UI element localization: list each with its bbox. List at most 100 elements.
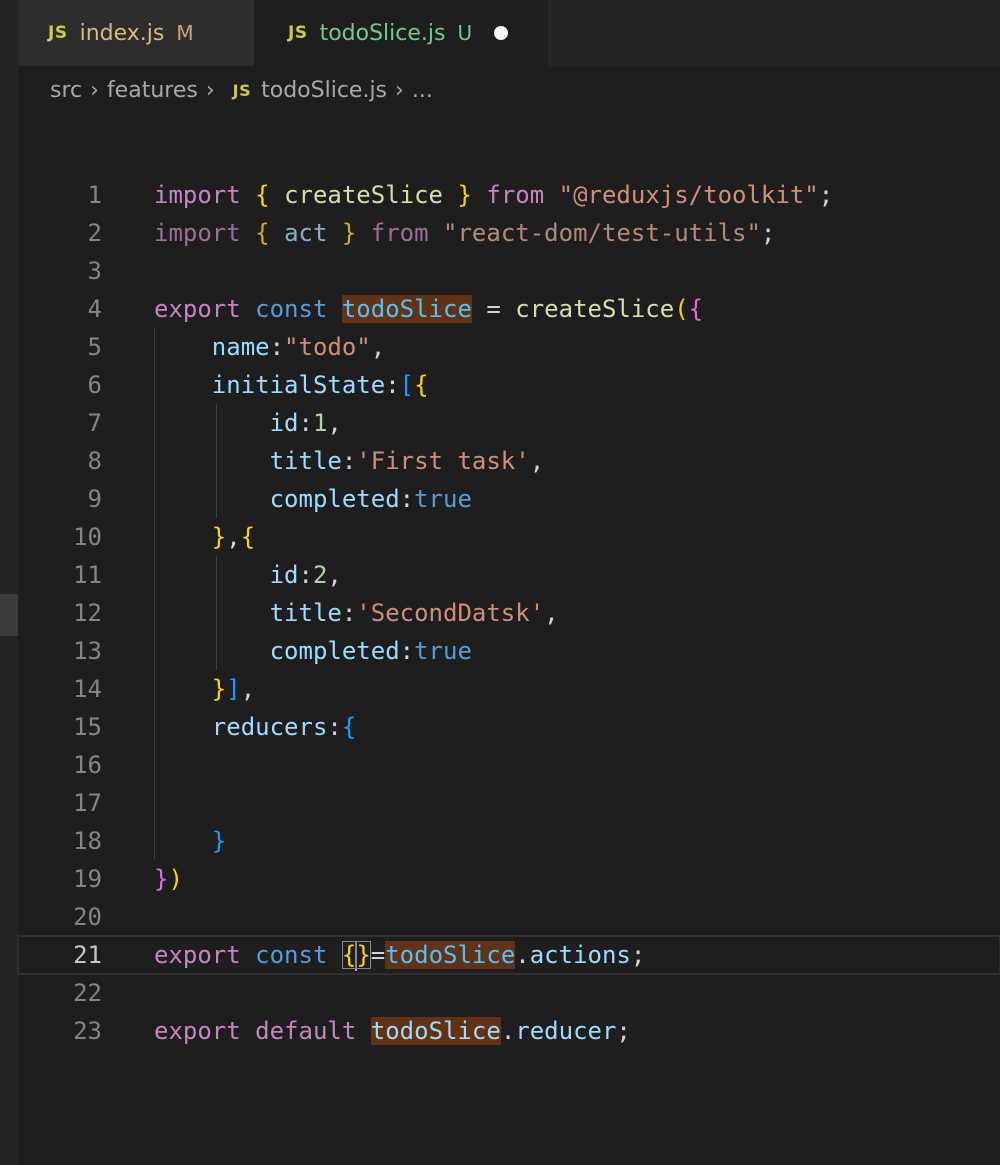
tab-bar: JS index.js M JS todoSlice.js U xyxy=(18,0,1000,66)
identifier: name xyxy=(211,333,270,361)
chevron-right-icon: › xyxy=(90,77,99,103)
highlighted-identifier: todoSlice xyxy=(370,1017,501,1045)
code-line[interactable]: 15 reducers:{ xyxy=(18,708,1000,746)
code-token: "todo" xyxy=(284,333,371,361)
line-number: 5 xyxy=(87,333,102,361)
breadcrumb-more[interactable]: ... xyxy=(412,78,433,103)
code-line[interactable]: 6 initialState:[{ xyxy=(18,366,1000,404)
line-number: 4 xyxy=(87,295,102,323)
identifier: act xyxy=(284,219,328,247)
line-number: 22 xyxy=(73,979,102,1007)
code-editor[interactable]: 1 import { createSlice } from "@reduxjs/t… xyxy=(17,176,1000,1050)
code-line[interactable]: 21 export const {}=todoSlice.actions; xyxy=(17,935,1000,975)
line-number: 19 xyxy=(73,865,102,893)
identifier: completed xyxy=(269,485,400,513)
code-text: completed:true xyxy=(154,632,472,670)
code-token: 1 xyxy=(312,409,328,437)
code-line[interactable]: 23 export default todoSlice.reducer; xyxy=(18,1012,1000,1050)
code-line[interactable]: 17 xyxy=(18,784,1000,822)
code-line[interactable]: 5 name:"todo", xyxy=(18,328,1000,366)
tab-index-js[interactable]: JS index.js M xyxy=(18,0,254,66)
code-line[interactable]: 18 } xyxy=(18,822,1000,860)
code-line[interactable]: 3 xyxy=(18,252,1000,290)
punctuation: : xyxy=(385,371,400,399)
code-line[interactable]: 7 id:1, xyxy=(18,404,1000,442)
punctuation: . xyxy=(515,941,530,969)
punctuation: . xyxy=(500,1017,516,1045)
line-number: 3 xyxy=(87,257,102,285)
code-token: "react-dom/test-utils" xyxy=(443,219,761,247)
keyword: default xyxy=(255,1017,357,1045)
code-line[interactable]: 8 title:'First task', xyxy=(18,442,1000,480)
code-text: id:2, xyxy=(154,556,342,594)
punctuation: : xyxy=(341,447,357,475)
line-number: 6 xyxy=(87,371,102,399)
punctuation: , xyxy=(327,409,342,437)
identifier: completed xyxy=(269,637,400,665)
line-number: 9 xyxy=(87,485,102,513)
code-line[interactable]: 22 xyxy=(18,974,1000,1012)
identifier: id xyxy=(269,561,299,589)
bracket: { xyxy=(688,295,704,323)
code-line[interactable]: 1 import { createSlice } from "@reduxjs/t… xyxy=(18,176,1000,214)
line-number: 18 xyxy=(73,827,102,855)
modified-status: M xyxy=(176,21,194,45)
code-text: }], xyxy=(154,670,255,708)
identifier: actions xyxy=(529,941,631,969)
punctuation: , xyxy=(327,561,342,589)
bracket: } xyxy=(341,219,357,247)
code-line[interactable]: 11 id:2, xyxy=(18,556,1000,594)
identifier: title xyxy=(269,447,342,475)
breadcrumb: src › features › JS todoSlice.js › ... xyxy=(50,72,433,108)
code-token: true xyxy=(414,637,472,665)
keyword: const xyxy=(255,295,328,323)
punctuation: : xyxy=(269,333,285,361)
function-name: createSlice xyxy=(284,181,444,209)
breadcrumb-file[interactable]: todoSlice.js xyxy=(261,78,387,103)
highlighted-identifier: todoSlice xyxy=(385,941,516,969)
chevron-right-icon: › xyxy=(205,77,215,103)
breadcrumb-src[interactable]: src xyxy=(50,78,82,103)
code-text: name:"todo", xyxy=(154,328,385,366)
code-line[interactable]: 4 export const todoSlice = createSlice({ xyxy=(18,290,1000,328)
bracket: [ xyxy=(399,371,415,399)
punctuation: ; xyxy=(818,181,834,209)
punctuation: , xyxy=(529,447,545,475)
keyword: from xyxy=(370,219,429,247)
code-line[interactable]: 9 completed:true xyxy=(18,480,1000,518)
punctuation: ; xyxy=(616,1017,631,1045)
tab-label: todoSlice.js xyxy=(319,20,446,46)
bracket: ] xyxy=(226,675,241,703)
keyword: export xyxy=(154,1017,241,1045)
line-number: 13 xyxy=(73,637,102,665)
bracket: } xyxy=(457,181,472,209)
bracket: { xyxy=(341,713,357,741)
code-line[interactable]: 16 xyxy=(18,746,1000,784)
code-text: initialState:[{ xyxy=(154,366,429,404)
keyword: from xyxy=(486,181,545,209)
chevron-right-icon: › xyxy=(395,77,404,103)
line-number: 16 xyxy=(73,751,102,779)
code-text: import { act } from "react-dom/test-util… xyxy=(154,214,775,252)
code-token: 'SecondDatsk' xyxy=(356,599,545,627)
punctuation: , xyxy=(226,523,241,551)
breadcrumb-features[interactable]: features xyxy=(107,78,198,103)
bracket: ) xyxy=(168,865,183,893)
code-line[interactable]: 13 completed:true xyxy=(18,632,1000,670)
code-line[interactable]: 20 xyxy=(18,898,1000,936)
punctuation: = xyxy=(486,295,501,323)
code-line[interactable]: 19}) xyxy=(18,860,1000,898)
unsaved-dot-icon[interactable] xyxy=(494,26,509,40)
highlighted-identifier: todoSlice xyxy=(341,295,472,323)
keyword: import xyxy=(154,181,241,209)
code-line[interactable]: 12 title:'SecondDatsk', xyxy=(18,594,1000,632)
tab-todoslice-js[interactable]: JS todoSlice.js U xyxy=(254,0,548,66)
code-line[interactable]: 10 },{ xyxy=(18,518,1000,556)
code-text: export const todoSlice = createSlice({ xyxy=(154,290,703,328)
function-name: createSlice xyxy=(515,295,675,323)
code-line[interactable]: 2 import { act } from "react-dom/test-uti… xyxy=(18,214,1000,252)
identifier: id xyxy=(269,409,299,437)
code-line[interactable]: 14 }], xyxy=(18,670,1000,708)
bracket: { xyxy=(240,523,256,551)
untracked-status: U xyxy=(457,21,473,45)
